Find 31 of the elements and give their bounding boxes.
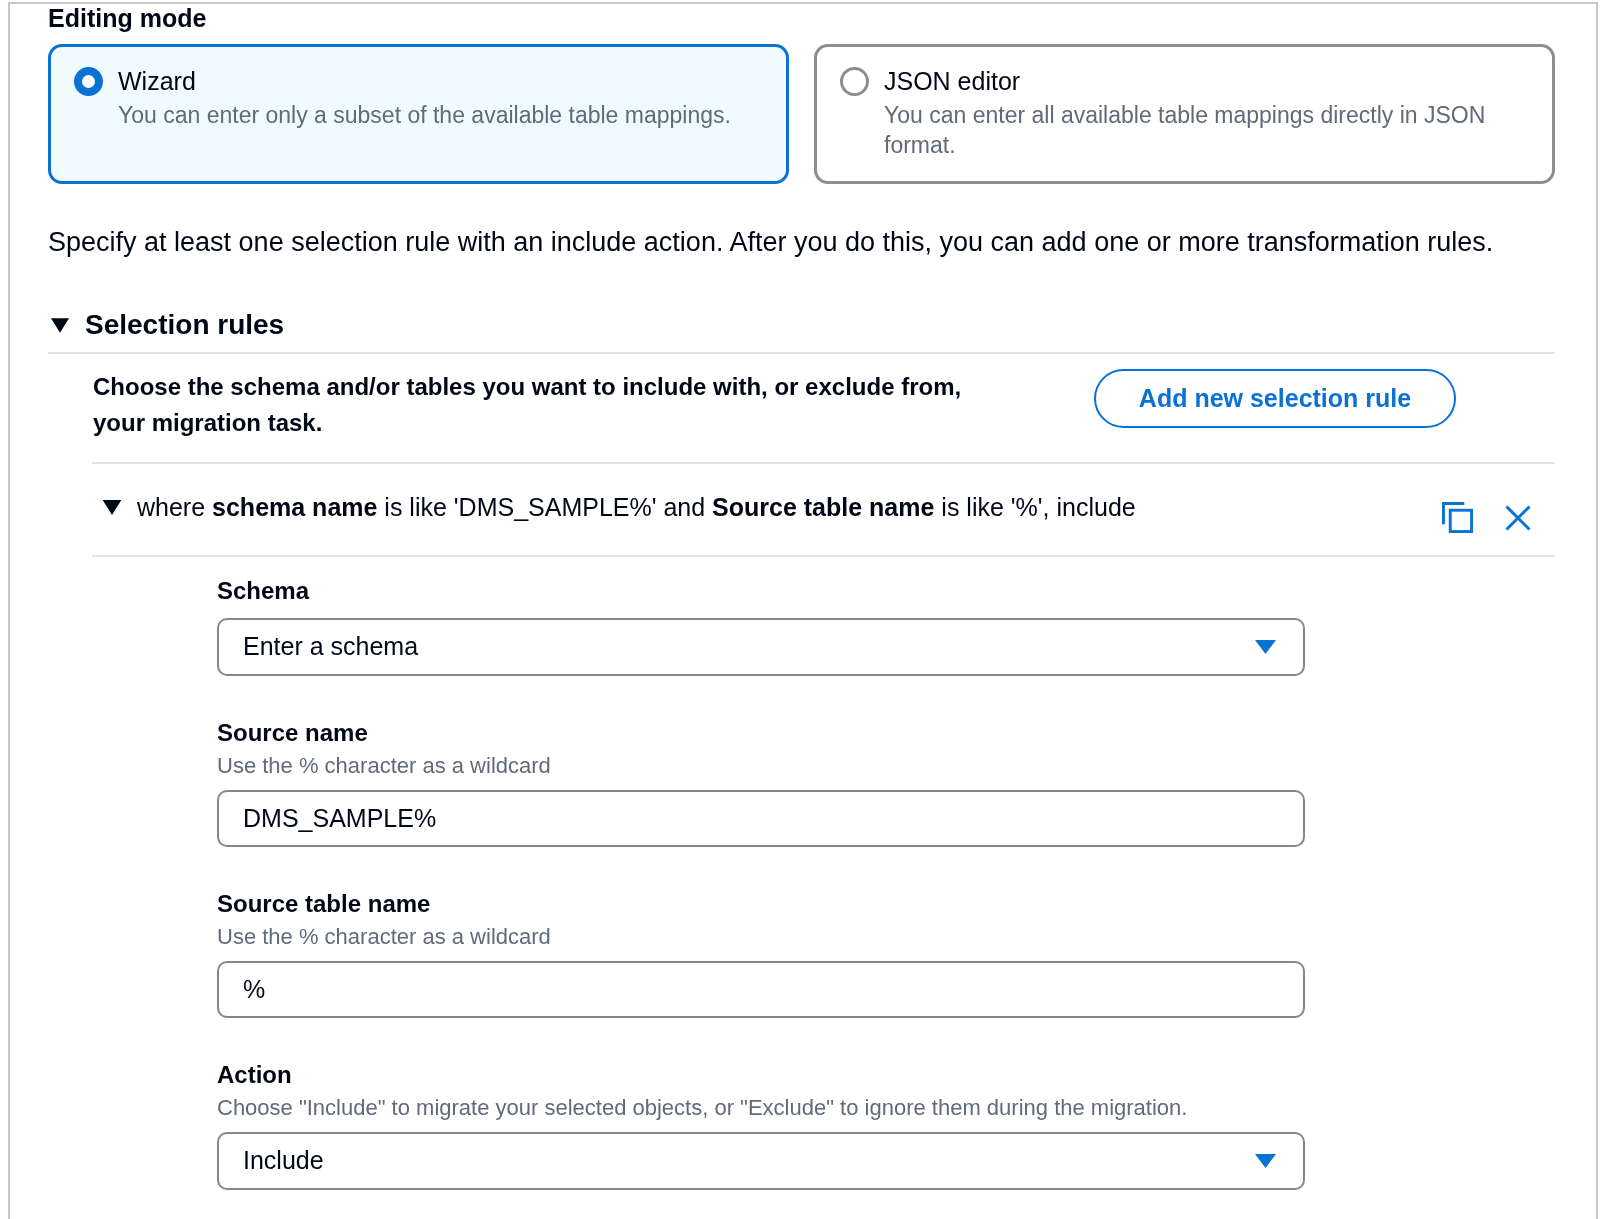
caret-icon [1255, 640, 1276, 654]
caret-icon [1255, 1154, 1276, 1168]
field-hint: Use the % character as a wildcard [217, 923, 551, 951]
option-label: JSON editor [884, 67, 1021, 96]
section-heading: Selection rules [85, 308, 285, 342]
section-heading: Editing mode [48, 4, 207, 32]
text-field[interactable]: DMS_SAMPLE% [217, 790, 1305, 847]
dropdown[interactable]: Enter a schema [217, 618, 1305, 676]
option-card[interactable]: JSON editor You can enter all available table mappings directly in JSON format. [814, 44, 1555, 184]
radio-button[interactable] [74, 67, 103, 96]
radio-button[interactable] [840, 67, 869, 96]
option-card[interactable]: Wizard You can enter only a subset of the available table mappings. [48, 44, 789, 184]
field-label: Action [217, 1060, 292, 1090]
add-rule-button[interactable]: Add new selection rule [1094, 369, 1456, 428]
field-hint: Use the % character as a wildcard [217, 752, 551, 780]
field-hint: Choose "Include" to migrate your selected objects, or "Exclude" to ignore them during the migration. [217, 1094, 1188, 1122]
field-label: Source table name [217, 889, 431, 919]
option-label: Wizard [118, 67, 196, 96]
copy-icon[interactable] [1442, 502, 1473, 533]
instructions-text: Specify at least one selection rule with an include action. After you do this, you can add one or more transformation rules. [48, 226, 1494, 258]
section-description: Choose the schema and/or tables you want to include with, or exclude from, your migration task. [92, 372, 963, 438]
text-field[interactable]: % [217, 961, 1305, 1018]
field-label: Source name [217, 718, 368, 748]
caret-icon[interactable] [102, 500, 122, 515]
dropdown[interactable]: Include [217, 1132, 1305, 1190]
rule-summary: where schema name is like 'DMS_SAMPLE%' and Source table name is like '%', include [137, 492, 1136, 522]
caret-icon[interactable] [51, 317, 69, 333]
close-icon[interactable] [1505, 504, 1531, 531]
option-description: You can enter only a subset of the available table mappings. [118, 101, 731, 130]
field-label: Schema [217, 576, 310, 606]
option-description: You can enter all available table mappings directly in JSON format. [884, 101, 1487, 160]
